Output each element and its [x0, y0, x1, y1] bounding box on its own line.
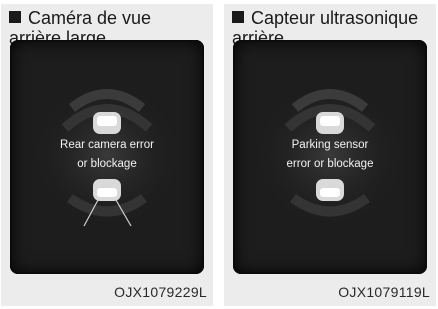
panel-parking-sensor: Capteur ultrasonique arrière Parking sen… — [224, 4, 436, 306]
square-bullet-icon — [9, 11, 21, 23]
message-line1: Parking sensor — [291, 139, 369, 151]
message-line2: error or blockage — [286, 158, 374, 170]
message-line1: Rear camera error — [60, 139, 154, 151]
panel-rear-camera: Caméra de vue arrière large Rear camera … — [1, 4, 213, 306]
figure-code: OJX1079229L — [114, 284, 207, 300]
warning-message: Rear camera error or blockage — [10, 136, 204, 174]
figure-code: OJX1079119L — [338, 284, 430, 300]
warning-message: Parking sensor error or blockage — [233, 136, 427, 174]
message-line2: or blockage — [77, 158, 137, 170]
cluster-display: Rear camera error or blockage — [10, 40, 204, 274]
square-bullet-icon — [232, 11, 244, 23]
heading-line1: Caméra de vue — [28, 8, 152, 28]
heading-line1: Capteur ultrasonique — [251, 8, 419, 28]
cluster-display: Parking sensor error or blockage — [233, 40, 427, 274]
